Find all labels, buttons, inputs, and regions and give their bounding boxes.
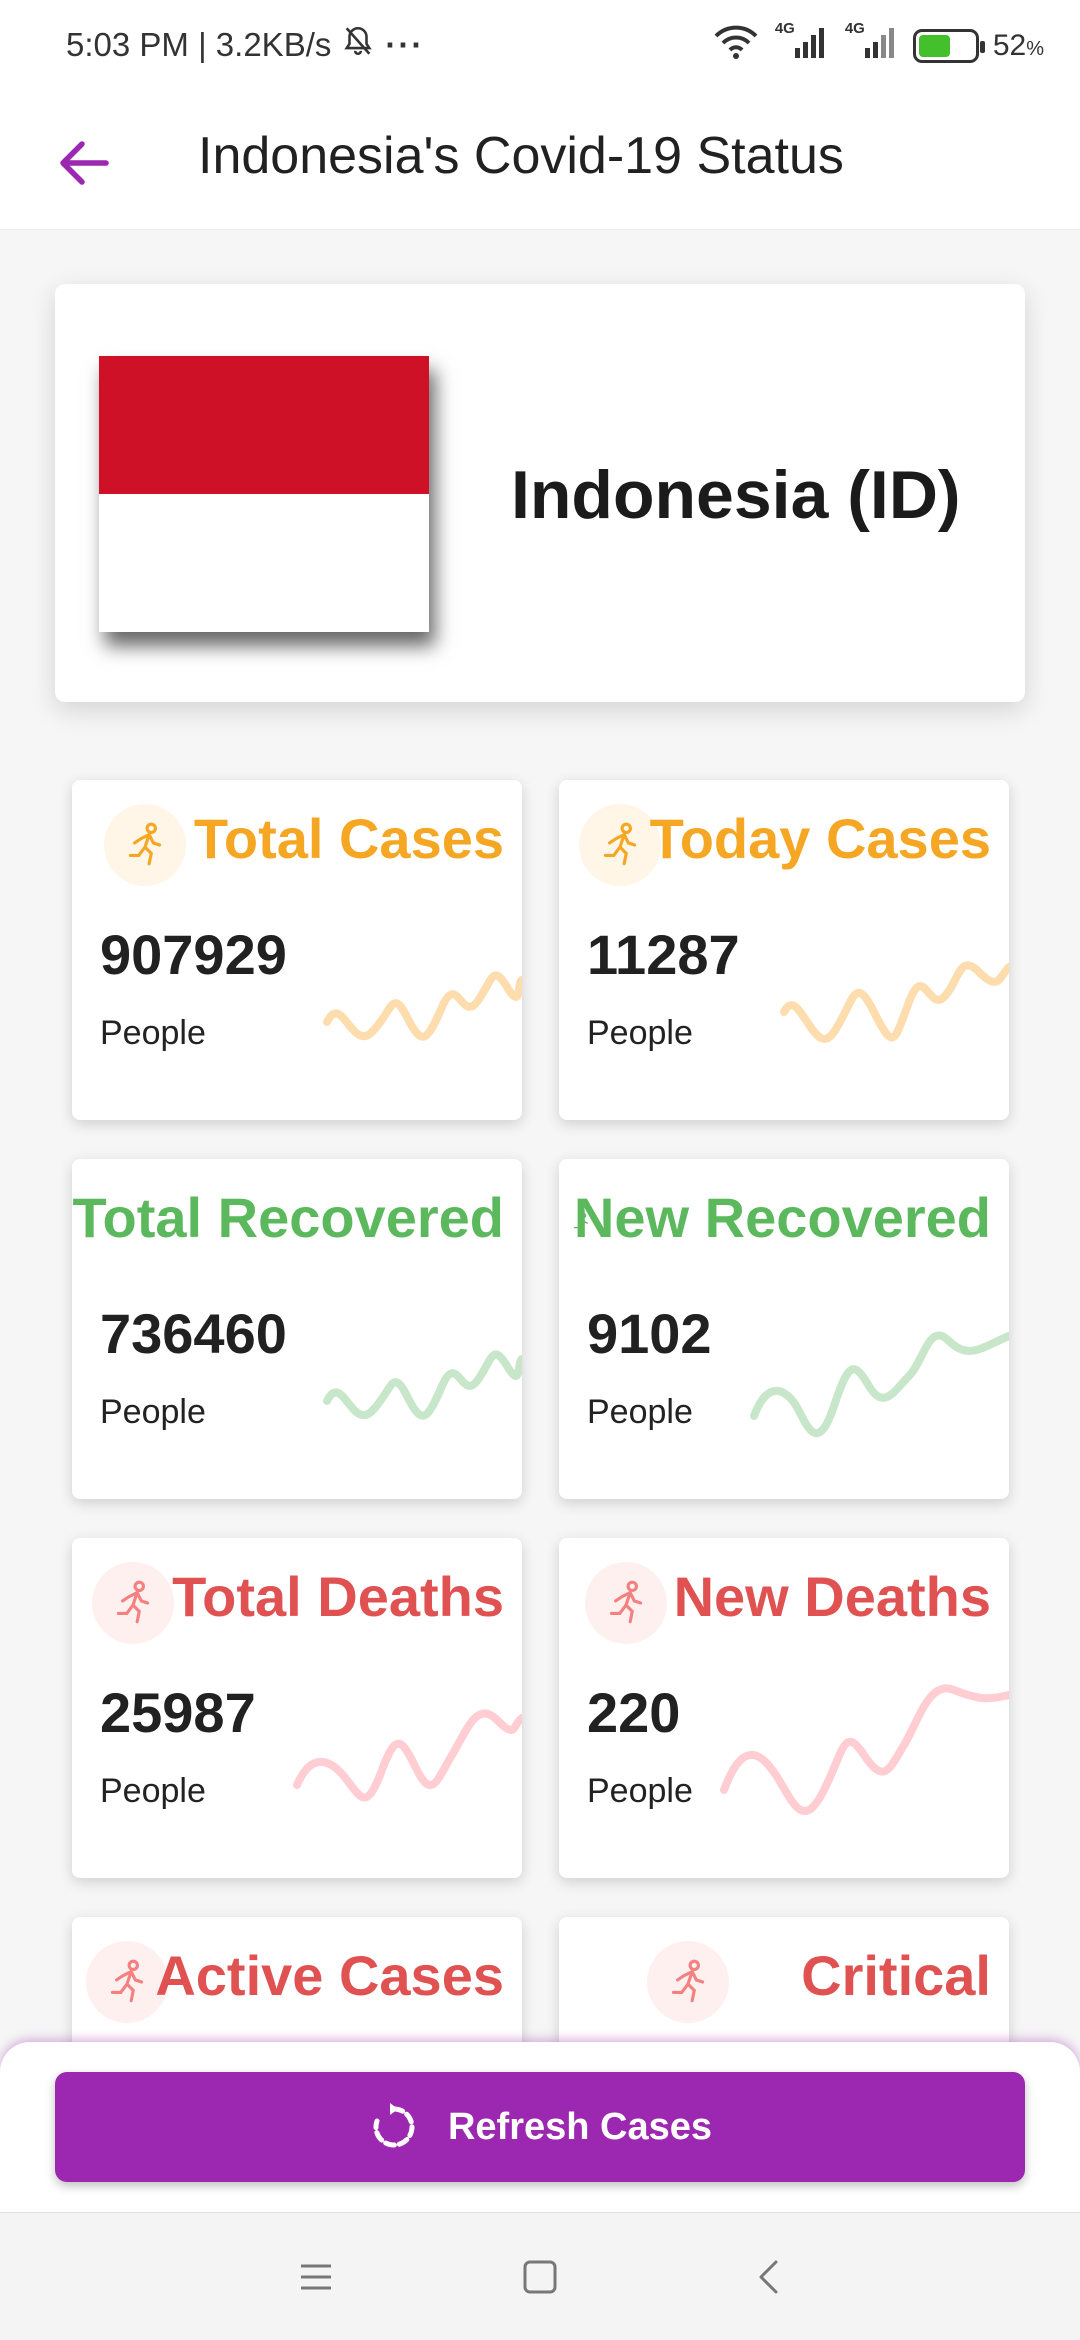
refresh-icon <box>373 2103 415 2148</box>
menu-icon <box>301 2264 331 2290</box>
refresh-panel: Refresh Cases <box>0 2042 1080 2212</box>
stat-value: 25987 <box>100 1681 256 1744</box>
stat-value: 11287 <box>587 923 740 986</box>
sparkline <box>323 971 522 1041</box>
app-bar: Indonesia's Covid-19 Status <box>0 96 1080 230</box>
stat-unit: People <box>587 1014 693 1052</box>
stat-value: 907929 <box>100 923 287 986</box>
stat-unit: People <box>587 1393 693 1431</box>
refresh-cases-button[interactable]: Refresh Cases <box>55 2072 1025 2182</box>
battery-percent: 52% <box>992 29 1044 62</box>
stat-unit: People <box>587 1772 693 1810</box>
stat-card-new-deaths[interactable]: New Deaths 220 People <box>559 1538 1009 1878</box>
bell-off-icon <box>341 24 375 66</box>
stat-title: New Deaths <box>673 1565 991 1628</box>
running-person-icon <box>585 1562 667 1644</box>
stat-value: 736460 <box>100 1302 287 1365</box>
stat-value: 9102 <box>587 1302 712 1365</box>
running-person-icon <box>92 1562 174 1644</box>
stat-title: Today Cases <box>649 807 991 870</box>
nav-menu-button[interactable] <box>286 2247 346 2307</box>
wifi-icon <box>713 24 759 68</box>
status-left: 5:03 PM | 3.2KB/s ··· <box>66 24 424 66</box>
refresh-label: Refresh Cases <box>447 2105 713 2148</box>
stat-unit: People <box>100 1014 206 1052</box>
stat-title: Total Deaths <box>172 1565 504 1628</box>
stat-unit: People <box>100 1772 206 1810</box>
country-name: Indonesia (ID) <box>511 457 961 533</box>
network-type-label: 4G <box>844 20 865 37</box>
network-type-label: 4G <box>774 20 795 37</box>
nav-back-icon <box>759 2260 778 2294</box>
status-overflow: ··· <box>385 26 425 63</box>
country-card: Indonesia (ID) <box>55 284 1025 702</box>
running-person-icon <box>104 804 186 886</box>
running-person-icon <box>647 1941 729 2023</box>
status-bar: 5:03 PM | 3.2KB/s ··· 4G 4G 52% <box>0 0 1080 96</box>
stat-title: Total Cases <box>193 807 504 870</box>
page-title: Indonesia's Covid-19 Status <box>198 127 844 185</box>
sparkline <box>293 1709 522 1802</box>
stat-title: Total Recovered <box>72 1186 504 1249</box>
arrow-back-icon <box>60 141 109 185</box>
flag-red-band <box>99 356 429 494</box>
stat-title: Active Cases <box>155 1944 504 2007</box>
system-nav-bar <box>0 2212 1080 2340</box>
sparkline <box>750 1331 1009 1437</box>
back-button[interactable] <box>44 123 124 203</box>
signal-icon-1: 4G <box>773 20 829 68</box>
stat-value: 220 <box>587 1681 681 1744</box>
status-right: 4G 4G 52% <box>713 20 1044 68</box>
stat-title: New Recovered <box>573 1186 991 1249</box>
stat-card-total-deaths[interactable]: Total Deaths 25987 People <box>72 1538 522 1878</box>
stat-title: Critical <box>801 1944 991 2007</box>
stat-card-total-recovered[interactable]: Total Recovered 736460 People <box>72 1159 522 1499</box>
status-time: 5:03 PM | 3.2KB/s <box>66 26 332 63</box>
signal-icon-2: 4G <box>843 20 899 68</box>
stat-card-total-cases[interactable]: Total Cases 907929 People <box>72 780 522 1120</box>
stat-unit: People <box>100 1393 206 1431</box>
home-square-icon <box>523 2260 557 2294</box>
stat-card-new-recovered[interactable]: New Recovered 9102 People <box>559 1159 1009 1499</box>
battery-icon <box>912 29 985 63</box>
sparkline <box>720 1684 1009 1815</box>
country-flag <box>99 356 429 632</box>
stat-card-today-cases[interactable]: Today Cases 11287 People <box>559 780 1009 1120</box>
nav-home-button[interactable] <box>510 2247 570 2307</box>
flag-white-band <box>99 494 429 632</box>
nav-back-button[interactable] <box>738 2247 798 2307</box>
sparkline <box>780 961 1009 1043</box>
sparkline <box>323 1350 522 1420</box>
